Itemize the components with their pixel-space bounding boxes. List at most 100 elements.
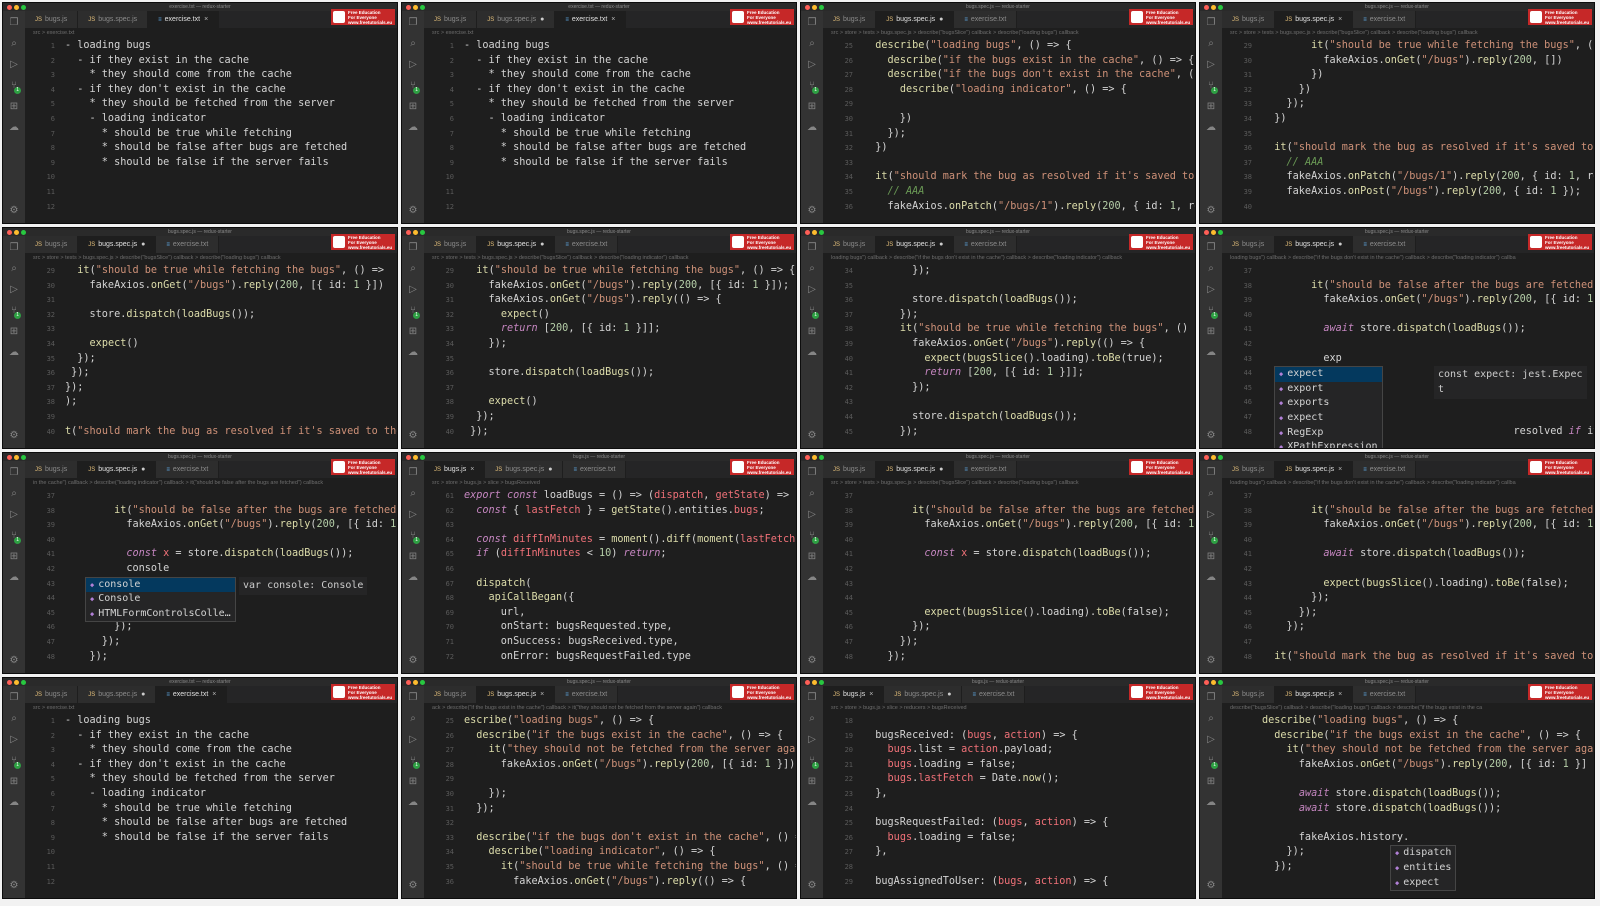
- docker-icon[interactable]: ☁: [408, 122, 418, 134]
- tab-bugs-spec-js[interactable]: JS bugs.spec.js ●: [78, 236, 157, 253]
- zoom-window-button[interactable]: [420, 455, 425, 460]
- close-window-button[interactable]: [1204, 680, 1209, 685]
- close-window-button[interactable]: [7, 230, 12, 235]
- code-editor[interactable]: 37 38 it("should be false after the bugs …: [823, 489, 1195, 673]
- files-icon[interactable]: ❐: [10, 242, 19, 254]
- tab-bugs-spec-js[interactable]: JS bugs.spec.js ●: [876, 236, 955, 253]
- gear-icon[interactable]: ⚙: [10, 655, 19, 667]
- tab-bugs-js[interactable]: JS bugs.js: [424, 686, 478, 703]
- extensions-icon[interactable]: ⊞: [1207, 101, 1215, 113]
- minimize-window-button[interactable]: [812, 680, 817, 685]
- extensions-icon[interactable]: ⊞: [409, 551, 417, 563]
- close-tab-icon[interactable]: ×: [540, 691, 544, 698]
- search-icon[interactable]: ⌕: [809, 488, 815, 500]
- zoom-window-button[interactable]: [819, 5, 824, 10]
- files-icon[interactable]: ❐: [808, 242, 817, 254]
- close-window-button[interactable]: [7, 680, 12, 685]
- tab-exercise-txt[interactable]: ≡ exercise.txt: [563, 461, 627, 478]
- zoom-window-button[interactable]: [819, 230, 824, 235]
- close-window-button[interactable]: [406, 230, 411, 235]
- extensions-icon[interactable]: ⊞: [409, 776, 417, 788]
- zoom-window-button[interactable]: [420, 680, 425, 685]
- tab-bugs-js[interactable]: JS bugs.js: [1222, 461, 1276, 478]
- tab-bugs-spec-js[interactable]: JS bugs.spec.js: [78, 11, 149, 28]
- close-window-button[interactable]: [7, 455, 12, 460]
- minimize-window-button[interactable]: [1211, 455, 1216, 460]
- tab-exercise-txt[interactable]: ≡ exercise.txt: [954, 461, 1018, 478]
- autocomplete-item[interactable]: ◆ entities: [1391, 861, 1455, 876]
- run-icon[interactable]: ▷: [808, 59, 816, 71]
- breadcrumb[interactable]: in the cache") callback > describe("load…: [25, 478, 397, 488]
- breadcrumb[interactable]: describe("bugsSlice") callback > describ…: [1222, 703, 1594, 713]
- minimize-window-button[interactable]: [413, 5, 418, 10]
- autocomplete-list[interactable]: ◆ console ◆ Console ◆ HTMLFormControlsColle…: [85, 576, 236, 623]
- run-icon[interactable]: ▷: [10, 284, 18, 296]
- code-editor[interactable]: 29 it("should be true while fetching the…: [25, 264, 397, 448]
- files-icon[interactable]: ❐: [1207, 692, 1216, 704]
- tab-exercise-txt[interactable]: ≡ exercise.txt ×: [156, 686, 228, 703]
- zoom-window-button[interactable]: [1218, 680, 1223, 685]
- gear-icon[interactable]: ⚙: [10, 205, 19, 217]
- docker-icon[interactable]: ☁: [1206, 347, 1216, 359]
- autocomplete-item[interactable]: ◆ export: [1275, 382, 1382, 397]
- gear-icon[interactable]: ⚙: [1207, 430, 1216, 442]
- source-control-icon[interactable]: ⑂ 1: [809, 305, 819, 319]
- minimize-window-button[interactable]: [812, 455, 817, 460]
- autocomplete-item[interactable]: ◆ expect: [1275, 411, 1382, 426]
- docker-icon[interactable]: ☁: [9, 572, 19, 584]
- close-tab-icon[interactable]: ×: [869, 691, 873, 698]
- tab-bugs-spec-js[interactable]: JS bugs.spec.js ×: [1275, 461, 1354, 478]
- docker-icon[interactable]: ☁: [9, 122, 19, 134]
- close-tab-icon[interactable]: ×: [204, 16, 208, 23]
- tab-exercise-txt[interactable]: ≡ exercise.txt: [156, 236, 220, 253]
- close-window-button[interactable]: [805, 680, 810, 685]
- close-window-button[interactable]: [805, 5, 810, 10]
- tab-bugs-js[interactable]: JS bugs.js: [25, 461, 79, 478]
- tab-bugs-spec-js[interactable]: JS bugs.spec.js ●: [477, 11, 556, 28]
- zoom-window-button[interactable]: [1218, 455, 1223, 460]
- files-icon[interactable]: ❐: [808, 17, 817, 29]
- extensions-icon[interactable]: ⊞: [1207, 326, 1215, 338]
- breadcrumb[interactable]: loading bugs") callback > describe("if t…: [823, 253, 1195, 263]
- zoom-window-button[interactable]: [21, 455, 26, 460]
- minimize-window-button[interactable]: [14, 455, 19, 460]
- tab-bugs-js[interactable]: JS bugs.js: [823, 461, 877, 478]
- extensions-icon[interactable]: ⊞: [409, 101, 417, 113]
- breadcrumb[interactable]: src > store > tests > bugs.spec.js > des…: [25, 253, 397, 263]
- source-control-icon[interactable]: ⑂ 1: [11, 755, 21, 769]
- gear-icon[interactable]: ⚙: [10, 880, 19, 892]
- breadcrumb[interactable]: loading bugs") callback > describe("if t…: [1222, 478, 1594, 488]
- breadcrumb[interactable]: src > exercise.txt: [25, 28, 397, 38]
- run-icon[interactable]: ▷: [409, 59, 417, 71]
- autocomplete-item[interactable]: ◆ dispatch: [1391, 846, 1455, 861]
- search-icon[interactable]: ⌕: [1208, 263, 1214, 275]
- minimize-window-button[interactable]: [812, 5, 817, 10]
- tab-bugs-spec-js[interactable]: JS bugs.spec.js ●: [884, 686, 963, 703]
- search-icon[interactable]: ⌕: [410, 713, 416, 725]
- close-window-button[interactable]: [1204, 455, 1209, 460]
- close-tab-icon[interactable]: ×: [1338, 466, 1342, 473]
- docker-icon[interactable]: ☁: [807, 572, 817, 584]
- run-icon[interactable]: ▷: [409, 509, 417, 521]
- tab-bugs-js[interactable]: JS bugs.js ×: [424, 461, 486, 478]
- files-icon[interactable]: ❐: [409, 467, 418, 479]
- source-control-icon[interactable]: ⑂ 1: [11, 530, 21, 544]
- close-window-button[interactable]: [1204, 230, 1209, 235]
- breadcrumb[interactable]: src > store > bugs.js > slice > reducers…: [823, 703, 1195, 713]
- source-control-icon[interactable]: ⑂ 1: [410, 80, 420, 94]
- tab-bugs-spec-js[interactable]: JS bugs.spec.js ●: [78, 686, 157, 703]
- tab-bugs-spec-js[interactable]: JS bugs.spec.js ×: [477, 686, 556, 703]
- source-control-icon[interactable]: ⑂ 1: [809, 755, 819, 769]
- close-window-button[interactable]: [805, 455, 810, 460]
- autocomplete-item[interactable]: ◆ expect: [1275, 367, 1382, 382]
- files-icon[interactable]: ❐: [808, 467, 817, 479]
- zoom-window-button[interactable]: [819, 455, 824, 460]
- search-icon[interactable]: ⌕: [410, 263, 416, 275]
- docker-icon[interactable]: ☁: [9, 797, 19, 809]
- run-icon[interactable]: ▷: [409, 284, 417, 296]
- zoom-window-button[interactable]: [21, 680, 26, 685]
- code-editor[interactable]: 29 it("should be true while fetching the…: [424, 264, 796, 448]
- tab-bugs-js[interactable]: JS bugs.js: [25, 686, 79, 703]
- minimize-window-button[interactable]: [14, 5, 19, 10]
- source-control-icon[interactable]: ⑂ 1: [11, 305, 21, 319]
